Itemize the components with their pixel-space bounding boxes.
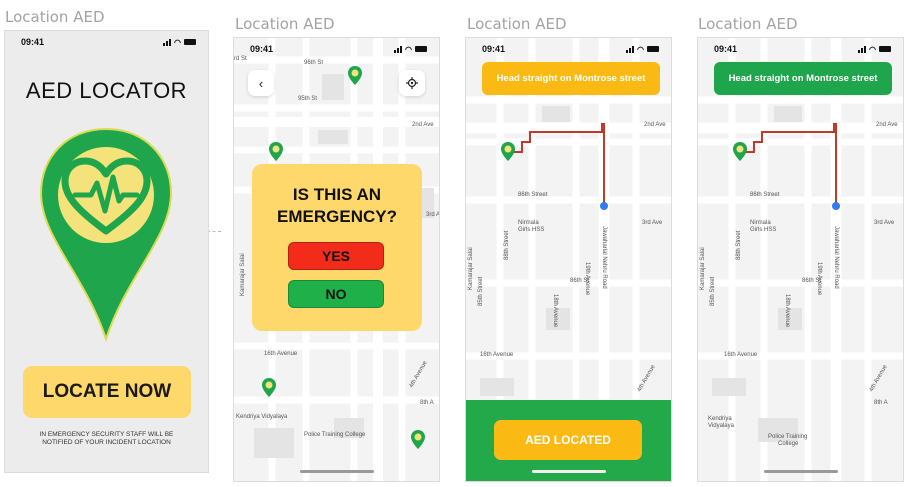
frame-label-navigation: Location AED <box>467 15 567 33</box>
map-label: Nirmala <box>750 220 771 226</box>
map-label: Girls HSS <box>750 227 776 233</box>
frame-label-navigation-green: Location AED <box>698 15 798 33</box>
map-label: 88th Street <box>736 230 742 260</box>
back-arrow-icon: ‹ <box>258 75 264 91</box>
map-label: 18th Avenue <box>552 294 558 328</box>
map-label: 16th Avenue <box>724 352 758 358</box>
map-label: Kendriya Vidyalaya <box>236 414 288 420</box>
map-label: Police Training <box>768 434 807 440</box>
map-label: Jawaharlal Nehru Road <box>833 226 839 289</box>
status-time: 09:41 <box>482 44 506 54</box>
map-label: 2nd Ave <box>412 122 434 128</box>
yes-button[interactable]: YES <box>288 242 384 270</box>
status-bar: 09:41 ◠ <box>5 31 208 53</box>
map-label: Vidyalaya <box>708 423 735 429</box>
app-title: AED LOCATOR <box>25 78 188 103</box>
home-indicator <box>763 470 838 473</box>
map-label: Kamarajar Salai <box>468 247 474 290</box>
battery-icon <box>415 46 427 52</box>
map-label: Kamarajar Salai <box>240 253 246 296</box>
crosshair-icon <box>406 77 418 89</box>
status-bar: 09:41 ◠ <box>466 38 671 60</box>
back-button[interactable]: ‹ <box>248 70 274 96</box>
current-location-dot <box>600 202 608 210</box>
battery-icon <box>647 46 659 52</box>
map-label: 4th Avenue <box>869 364 889 393</box>
map-label: 8th A <box>874 400 888 406</box>
map-label: 85th Street <box>710 276 716 306</box>
home-screen: 09:41 ◠ AED LOCATOR LOCATE NOW IN EMERGE… <box>5 31 208 472</box>
wifi-icon: ◠ <box>174 37 181 47</box>
home-indicator <box>531 470 606 473</box>
locate-now-button[interactable]: LOCATE NOW <box>23 366 191 418</box>
status-time: 09:41 <box>21 37 45 47</box>
emergency-screen: rd St 96th St 95th St 2nd Ave 16th Avenu… <box>234 38 439 481</box>
map-label: 3rd Ave <box>642 220 663 226</box>
status-bar: 09:41 ◠ <box>698 38 903 60</box>
dialog-title: IS THIS AN EMERGENCY? <box>277 185 397 226</box>
navigation-screen-green: 2nd Ave 86th Street 3rd Ave Nirmala Girl… <box>698 38 903 481</box>
battery-icon <box>879 46 891 52</box>
home-indicator <box>299 470 374 473</box>
map-label: 86th Street <box>518 192 548 198</box>
map-label: 16th Avenue <box>480 352 514 358</box>
map-label: 88th Street <box>504 230 510 260</box>
status-time: 09:41 <box>714 44 738 54</box>
status-time: 09:41 <box>250 44 274 54</box>
map-label: 2nd Ave <box>876 122 898 128</box>
map-label: 19th Avenue <box>816 262 822 296</box>
map-label: 2nd Ave <box>644 122 666 128</box>
flow-connector <box>207 231 221 232</box>
map-label: 16th Avenue <box>264 351 298 357</box>
map-label: 96th St <box>304 60 323 66</box>
map-label: 8th A <box>420 400 434 406</box>
map[interactable]: 2nd Ave 86th Street 3rd Ave Nirmala Girl… <box>698 38 903 481</box>
map-label: 4th Avenue <box>637 364 657 393</box>
aed-found-panel: AED LOCATED <box>466 400 671 481</box>
navigation-instruction-banner: Head straight on Montrose street <box>482 62 660 95</box>
wifi-icon: ◠ <box>869 44 876 54</box>
map-label: 86th Street <box>750 192 780 198</box>
map-label: 85th Street <box>478 276 484 306</box>
battery-icon <box>184 39 196 45</box>
map-label: College <box>778 441 799 447</box>
recenter-button[interactable] <box>399 70 425 96</box>
map-label: Kamarajar Salai <box>700 247 706 290</box>
map-label: 19th Avenue <box>584 262 590 296</box>
signal-icon <box>394 45 403 53</box>
map-label: Jawaharlal Nehru Road <box>601 226 607 289</box>
map-label: Nirmala <box>518 220 539 226</box>
map-label: 3rd Ave <box>874 220 895 226</box>
aed-located-button[interactable]: AED LOCATED <box>494 420 642 460</box>
wifi-icon: ◠ <box>637 44 644 54</box>
map-pin-icon[interactable] <box>411 430 425 449</box>
status-bar: 09:41 ◠ <box>234 38 439 60</box>
heart-pulse-icon <box>39 127 173 343</box>
navigation-screen: 2nd Ave 86th Street 3rd Ave Nirmala Girl… <box>466 38 671 481</box>
signal-icon <box>626 45 635 53</box>
map-label: Kendriya <box>708 416 732 422</box>
map-label: 95th St <box>298 96 317 102</box>
signal-icon <box>163 38 172 46</box>
emergency-dialog: IS THIS AN EMERGENCY? YES NO <box>252 164 422 331</box>
no-button[interactable]: NO <box>288 280 384 308</box>
signal-icon <box>858 45 867 53</box>
frame-label-emergency: Location AED <box>235 15 335 33</box>
navigation-instruction-banner: Head straight on Montrose street <box>714 62 892 95</box>
map-label: Girls HSS <box>518 227 544 233</box>
map-label: 4th Avenue <box>409 360 429 389</box>
incident-note: IN EMERGENCY SECURITY STAFF WILL BE NOTI… <box>39 431 174 446</box>
map-label: Police Training College <box>304 432 366 438</box>
map-label: 3rd Ave <box>426 212 439 218</box>
wifi-icon: ◠ <box>405 44 412 54</box>
map-label: 18th Avenue <box>784 294 790 328</box>
map-pin-icon[interactable] <box>348 66 362 85</box>
current-location-dot <box>832 202 840 210</box>
frame-label-home: Location AED <box>5 8 105 26</box>
